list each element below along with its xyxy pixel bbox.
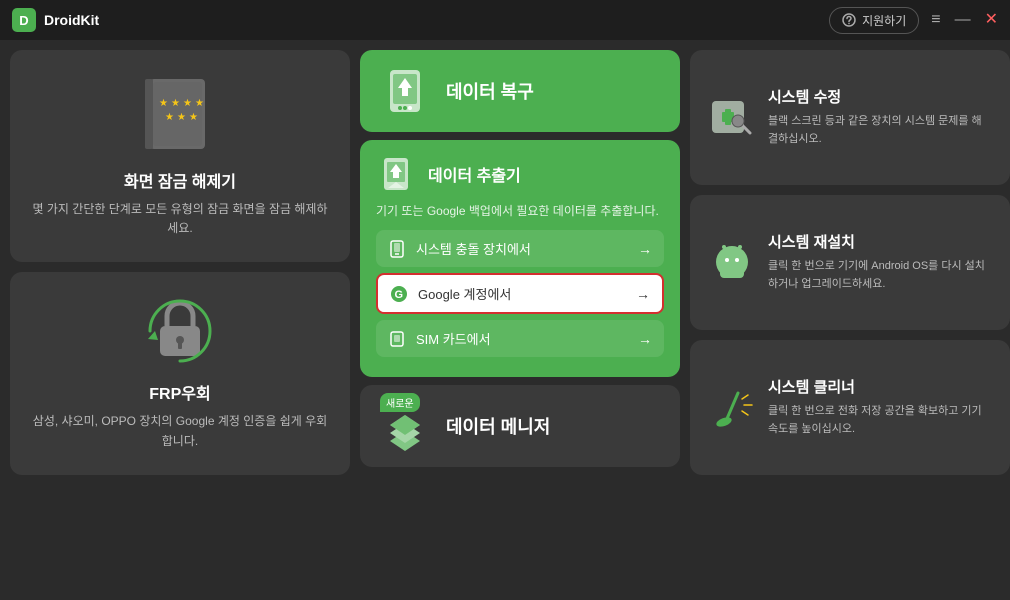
menu-button[interactable]: ≡ [931,12,940,28]
recovery-icon [380,66,430,116]
svg-text:★: ★ [165,112,174,123]
center-column: 데이터 복구 데이터 추출기 기기 또는 Google 백업에서 필요한 데이터… [360,50,680,475]
close-button[interactable]: ✕ [985,12,998,28]
unlock-icon: ★ ★ ★ ★ ★ ★ ★ [145,74,215,154]
app-title: DroidKit [44,12,99,28]
frp-desc: 삼성, 샤오미, OPPO 장치의 Google 계정 인증을 쉽게 우회합니다… [30,412,330,450]
right-column: 시스템 수정 블랙 스크린 등과 같은 장치의 시스템 문제를 해결하십시오. [690,50,1010,475]
option-device-arrow: → [638,241,652,257]
system-reinstall-title: 시스템 재설치 [768,231,990,252]
svg-text:★: ★ [159,98,168,109]
system-repair-title: 시스템 수정 [768,86,990,107]
frp-card[interactable]: FRP우회 삼성, 샤오미, OPPO 장치의 Google 계정 인증을 쉽게… [10,272,350,474]
option-sim-label: SIM 카드에서 [416,329,491,348]
option-google-arrow: → [636,286,650,302]
option-google-label: Google 계정에서 [418,284,511,303]
system-repair-desc: 블랙 스크린 등과 같은 장치의 시스템 문제를 해결하십시오. [768,113,990,148]
extractor-header: 데이터 추출기 [376,154,664,194]
support-icon [842,13,856,27]
svg-text:★: ★ [195,98,204,109]
svg-text:G: G [395,289,404,301]
system-reinstall-desc: 클릭 한 번으로 기기에 Android OS를 다시 설치하거나 업그레이드하… [768,258,990,293]
svg-text:★: ★ [171,98,180,109]
manager-label: 데이터 메니저 [446,413,550,439]
frp-icon [145,296,215,366]
titlebar-left: D DroidKit [12,8,99,32]
extractor-option-device[interactable]: 시스템 충돌 장치에서 → [376,230,664,267]
window-controls: ≡ — ✕ [931,12,998,28]
extractor-title: 데이터 추출기 [428,162,521,186]
app-logo: D [12,8,36,32]
sim-icon [388,330,406,348]
recovery-label: 데이터 복구 [446,78,534,104]
svg-text:★: ★ [177,112,186,123]
left-column: ★ ★ ★ ★ ★ ★ ★ 화면 잠금 해제기 몇 가지 간단한 단계로 모든 … [10,50,350,475]
unlock-desc: 몇 가지 간단한 단계로 모든 유형의 잠금 화면을 잠금 해제하세요. [30,200,330,238]
extractor-icon [376,154,416,194]
titlebar: D DroidKit 지원하기 ≡ — ✕ [0,0,1010,40]
screen-unlock-card[interactable]: ★ ★ ★ ★ ★ ★ ★ 화면 잠금 해제기 몇 가지 간단한 단계로 모든 … [10,50,350,262]
system-cleaner-desc: 클릭 한 번으로 전화 저장 공간을 확보하고 기기 속도를 높이십시오. [768,403,990,438]
option-sim-arrow: → [638,331,652,347]
main-content: ★ ★ ★ ★ ★ ★ ★ 화면 잠금 해제기 몇 가지 간단한 단계로 모든 … [0,40,1010,600]
system-reinstall-card[interactable]: 시스템 재설치 클릭 한 번으로 기기에 Android OS를 다시 설치하거… [690,195,1010,330]
extractor-option-google[interactable]: G Google 계정에서 → [376,273,664,314]
titlebar-right: 지원하기 ≡ — ✕ [829,7,998,34]
data-recovery-card[interactable]: 데이터 복구 [360,50,680,132]
system-cleaner-icon [710,385,754,429]
system-repair-card[interactable]: 시스템 수정 블랙 스크린 등과 같은 장치의 시스템 문제를 해결하십시오. [690,50,1010,185]
manager-icon: 새로운 [380,401,430,451]
data-manager-card[interactable]: 새로운 데이터 메니저 [360,385,680,467]
data-extractor-card: 데이터 추출기 기기 또는 Google 백업에서 필요한 데이터를 추출합니다… [360,140,680,377]
new-badge: 새로운 [380,393,420,412]
support-button[interactable]: 지원하기 [829,7,919,34]
system-cleaner-card[interactable]: 시스템 클리너 클릭 한 번으로 전화 저장 공간을 확보하고 기기 속도를 높… [690,340,1010,475]
frp-title: FRP우회 [30,380,330,404]
system-repair-icon [710,95,754,139]
extractor-desc: 기기 또는 Google 백업에서 필요한 데이터를 추출합니다. [376,202,664,220]
unlock-title: 화면 잠금 해제기 [30,168,330,192]
option-device-label: 시스템 충돌 장치에서 [416,239,531,258]
minimize-button[interactable]: — [955,12,971,28]
svg-text:★: ★ [189,112,198,123]
google-icon: G [390,285,408,303]
device-icon [388,240,406,258]
svg-text:★: ★ [183,98,192,109]
system-reinstall-icon [710,240,754,284]
system-cleaner-title: 시스템 클리너 [768,376,990,397]
extractor-option-sim[interactable]: SIM 카드에서 → [376,320,664,357]
